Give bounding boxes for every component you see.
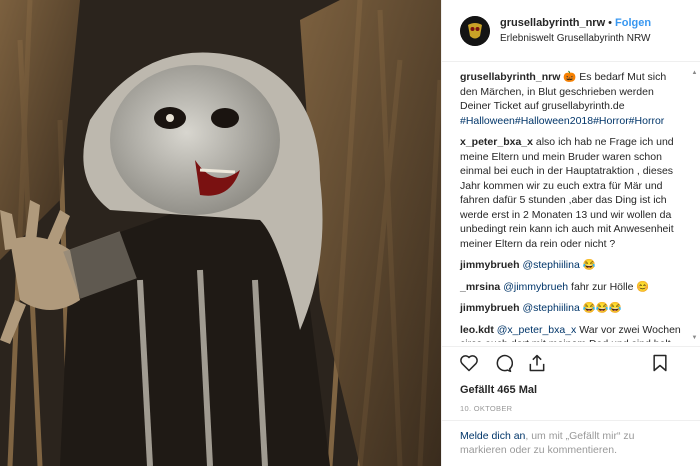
comment-button[interactable] xyxy=(492,352,514,374)
comment-username[interactable]: grusellabyrinth_nrw xyxy=(460,71,560,83)
save-button[interactable] xyxy=(649,352,671,374)
comment-item: jimmybrueh @stephiilina 😂😂😂 xyxy=(460,301,684,316)
comment-text: also ich hab ne Frage ich und meine Elte… xyxy=(460,136,674,250)
comment-item: leo.kdt @x_peter_bxa_x War vor zwei Woch… xyxy=(460,323,684,343)
comments-scrollbar[interactable]: ▲ ▼ xyxy=(691,70,698,342)
scroll-down-arrow-icon[interactable]: ▼ xyxy=(691,335,698,342)
avatar[interactable] xyxy=(460,15,490,46)
separator-dot: • xyxy=(608,16,612,29)
comment-text: 😂 xyxy=(579,259,596,271)
post-header: grusellabyrinth_nrw • Folgen Erlebniswelt … xyxy=(442,0,700,62)
comment-username[interactable]: leo.kdt xyxy=(460,324,494,336)
follow-button[interactable]: Folgen xyxy=(615,17,651,29)
comment-username[interactable]: jimmybrueh xyxy=(460,259,520,271)
share-icon xyxy=(529,354,545,371)
comment-username[interactable]: jimmybrueh xyxy=(460,302,520,314)
login-link[interactable]: Melde dich an xyxy=(460,430,525,442)
post-username[interactable]: grusellabyrinth_nrw xyxy=(500,17,605,29)
logo-icon xyxy=(460,15,490,46)
comments-list[interactable]: grusellabyrinth_nrw 🎃 Es bedarf Mut sich… xyxy=(442,70,700,342)
like-button[interactable] xyxy=(458,352,480,374)
comment-mention[interactable]: @stephiilina xyxy=(522,259,579,271)
comment-username[interactable]: x_peter_bxa_x xyxy=(460,136,533,148)
comment-mention[interactable]: @x_peter_bxa_x xyxy=(497,324,577,336)
caption: grusellabyrinth_nrw 🎃 Es bedarf Mut sich… xyxy=(460,70,684,128)
heart-icon xyxy=(460,354,478,371)
comment-text: 😂😂😂 xyxy=(579,302,622,314)
comment-item: x_peter_bxa_x also ich hab ne Frage ich … xyxy=(460,135,684,251)
comment-username[interactable]: _mrsina xyxy=(460,281,500,293)
bookmark-icon xyxy=(653,354,667,372)
hashtags[interactable]: #Halloween#Halloween2018#Horror#Horror xyxy=(460,114,684,129)
post-location[interactable]: Erlebniswelt Grusellabyrinth NRW xyxy=(500,31,651,46)
action-bar xyxy=(442,346,700,378)
login-prompt: Melde dich an, um mit „Gefällt mir“ zu m… xyxy=(442,420,700,466)
comment-bubble-icon xyxy=(496,354,513,372)
likes-count[interactable]: Gefällt 465 Mal xyxy=(460,384,537,396)
comment-mention[interactable]: @stephiilina xyxy=(522,302,579,314)
comment-item: jimmybrueh @stephiilina 😂 xyxy=(460,258,684,273)
post-photo[interactable] xyxy=(0,0,441,466)
comment-mention[interactable]: @jimmybrueh xyxy=(503,281,568,293)
comment-item: _mrsina @jimmybrueh fahr zur Hölle 😊 xyxy=(460,280,684,295)
scroll-up-arrow-icon[interactable]: ▲ xyxy=(691,70,698,77)
share-button[interactable] xyxy=(526,352,548,374)
post-date: 10. OKTOBER xyxy=(460,404,513,413)
clown-creature-photo xyxy=(0,0,441,466)
post-side-panel: grusellabyrinth_nrw • Folgen Erlebniswelt … xyxy=(441,0,700,466)
comment-text: fahr zur Hölle 😊 xyxy=(568,280,650,293)
